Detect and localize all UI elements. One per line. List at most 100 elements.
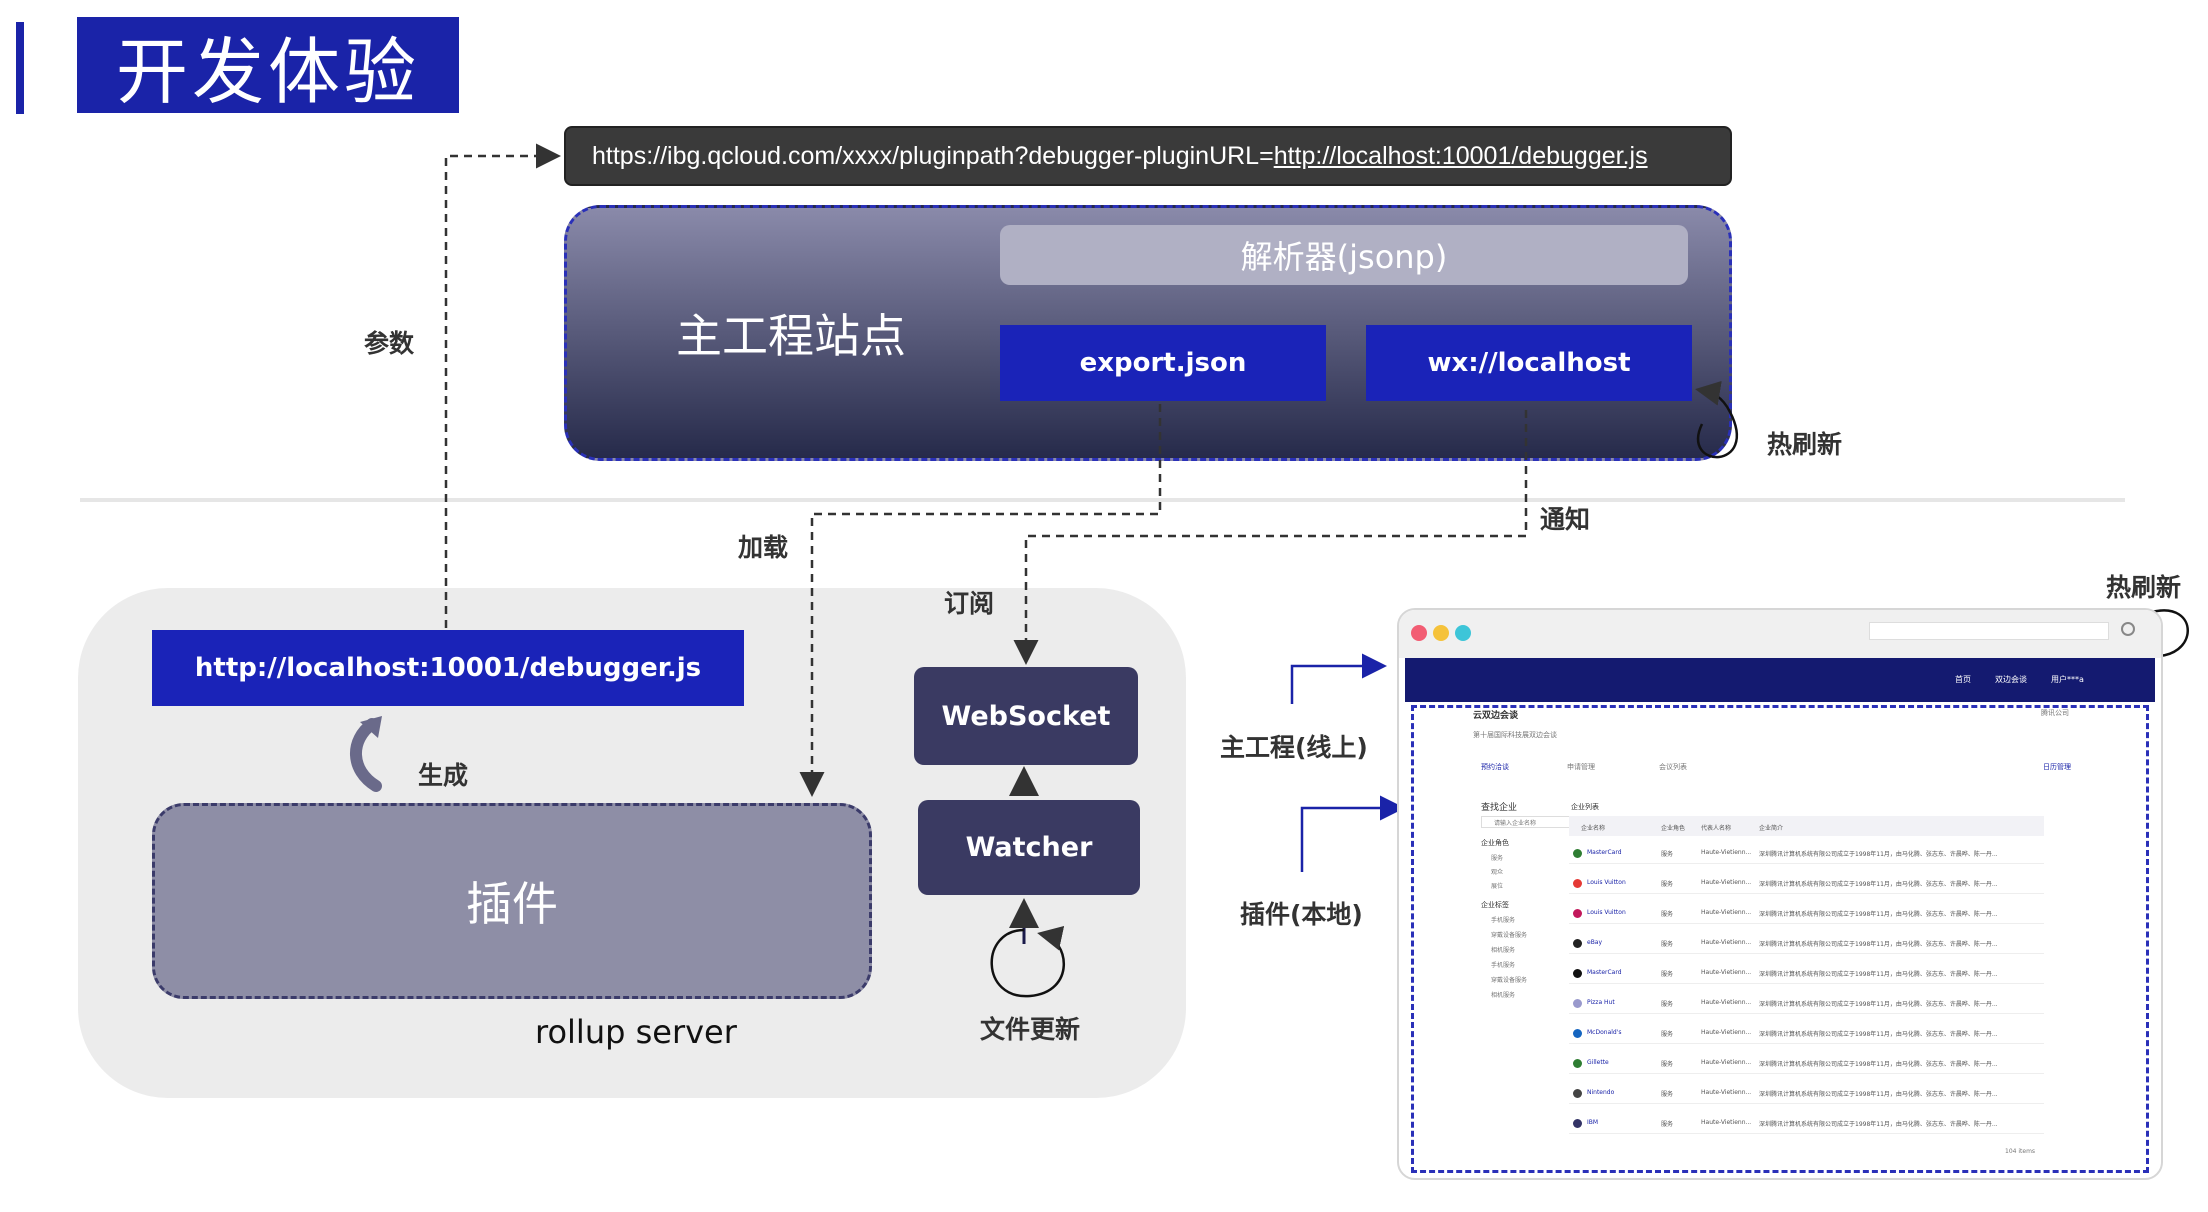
nav-user[interactable]: 用户***a <box>2051 674 2084 685</box>
app-screenshot: 首页 双边会谈 用户***a 云双边会谈 第十届国际科技展双边会谈 腾讯公司 预… <box>1397 608 2163 1180</box>
sidebar-tag-item[interactable]: 相机服务 <box>1491 945 1515 954</box>
row-role: 服务 <box>1661 851 1674 858</box>
row-desc: 深圳腾讯计算机系统有限公司成立于1998年11月，由马化腾、张志东、许晨晔、陈一… <box>1759 1121 1998 1128</box>
company-logo-icon <box>1573 1119 1582 1128</box>
tab-meetings[interactable]: 会议列表 <box>1659 762 1687 772</box>
sidebar-tag-item[interactable]: 手机服务 <box>1491 915 1515 924</box>
row-name: Gillette <box>1587 1059 1609 1066</box>
row-name: MasterCard <box>1587 849 1622 856</box>
company-logo-icon <box>1573 849 1582 858</box>
tab-apply[interactable]: 申请管理 <box>1567 762 1595 772</box>
search-icon[interactable] <box>2121 622 2135 636</box>
header-name: 企业名称 <box>1581 825 1606 832</box>
sidebar-role-item[interactable]: 服务 <box>1491 853 1503 862</box>
row-name: McDonald's <box>1587 1029 1622 1036</box>
company-logo-icon <box>1573 909 1582 918</box>
row-desc: 深圳腾讯计算机系统有限公司成立于1998年11月，由马化腾、张志东、许晨晔、陈一… <box>1759 941 1998 948</box>
main-online-arrow <box>1290 653 1387 704</box>
load-arrow <box>799 404 1162 797</box>
close-dot-icon[interactable] <box>1411 625 1427 641</box>
row-desc: 深圳腾讯计算机系统有限公司成立于1998年11月，由马化腾、张志东、许晨晔、陈一… <box>1759 1001 1998 1008</box>
row-role: 服务 <box>1661 911 1674 918</box>
row-desc: 深圳腾讯计算机系统有限公司成立于1998年11月，由马化腾、张志东、许晨晔、陈一… <box>1759 1061 1998 1068</box>
row-role: 服务 <box>1661 881 1674 888</box>
tab-calendar[interactable]: 日历管理 <box>2043 762 2071 772</box>
maximize-dot-icon[interactable] <box>1455 625 1471 641</box>
screenshot-page-title: 云双边会谈 <box>1473 711 1519 721</box>
row-desc: 深圳腾讯计算机系统有限公司成立于1998年11月，由马化腾、张志东、许晨晔、陈一… <box>1759 1091 1998 1098</box>
company-logo-icon <box>1573 999 1582 1008</box>
row-rep: Haute-Vietienn... <box>1701 909 1752 916</box>
nav-bilateral[interactable]: 双边会谈 <box>1995 674 2027 685</box>
row-rep: Haute-Vietienn... <box>1701 1089 1752 1096</box>
row-desc: 深圳腾讯计算机系统有限公司成立于1998年11月，由马化腾、张志东、许晨晔、陈一… <box>1759 911 1998 918</box>
company-logo-icon <box>1573 1029 1582 1038</box>
sidebar-tag-item[interactable]: 穿戴设备服务 <box>1491 975 1527 984</box>
sidebar-group-tag[interactable]: 企业标签 <box>1481 900 1509 910</box>
sidebar-group-role[interactable]: 企业角色 <box>1481 838 1509 848</box>
table-header: 企业名称 企业角色 代表人名称 企业简介 <box>1569 816 2044 836</box>
row-rep: Haute-Vietienn... <box>1701 879 1752 886</box>
row-desc: 深圳腾讯计算机系统有限公司成立于1998年11月，由马化腾、张志东、许晨晔、陈一… <box>1759 971 1998 978</box>
file-update-loop <box>990 926 1065 998</box>
row-desc: 深圳腾讯计算机系统有限公司成立于1998年11月，由马化腾、张志东、许晨晔、陈一… <box>1759 1031 1998 1038</box>
row-name: Louis Vuitton <box>1587 879 1626 886</box>
pagination[interactable]: 104 items <box>2005 1148 2035 1155</box>
row-name: eBay <box>1587 939 1603 946</box>
row-rep: Haute-Vietienn... <box>1701 969 1752 976</box>
table-title: 企业列表 <box>1571 803 1599 811</box>
hot-refresh-loop <box>1695 380 1738 459</box>
sidebar-tag-item[interactable]: 相机服务 <box>1491 990 1515 999</box>
row-name: Louis Vuitton <box>1587 909 1626 916</box>
header-role: 企业角色 <box>1661 825 1686 832</box>
table-row[interactable]: Louis Vuitton 服务 Haute-Vietienn... 深圳腾讯计算机系… <box>1569 902 2044 924</box>
company-logo-icon <box>1573 1059 1582 1068</box>
tab-reserve[interactable]: 预约洽谈 <box>1481 762 1509 772</box>
sidebar-role-item[interactable]: 观众 <box>1491 867 1503 876</box>
row-name: Pizza Hut <box>1587 999 1615 1006</box>
nav-home[interactable]: 首页 <box>1955 674 1971 685</box>
table-row[interactable]: McDonald's 服务 Haute-Vietienn... 深圳腾讯计算机系统有限… <box>1569 1022 2044 1044</box>
header-rep: 代表人名称 <box>1701 825 1732 832</box>
table-row[interactable]: Gillette 服务 Haute-Vietienn... 深圳腾讯计算机系统有限公司… <box>1569 1052 2044 1074</box>
browser-search-input[interactable] <box>1869 622 2109 640</box>
row-role: 服务 <box>1661 1121 1674 1128</box>
company-logo-icon <box>1573 969 1582 978</box>
row-role: 服务 <box>1661 971 1674 978</box>
minimize-dot-icon[interactable] <box>1433 625 1449 641</box>
header-desc: 企业简介 <box>1759 825 1784 832</box>
table-row[interactable]: MasterCard 服务 Haute-Vietienn... 深圳腾讯计算机系统有限… <box>1569 962 2044 984</box>
sidebar-tag-item[interactable]: 穿戴设备服务 <box>1491 930 1527 939</box>
row-rep: Haute-Vietienn... <box>1701 1119 1752 1126</box>
table-row[interactable]: Louis Vuitton 服务 Haute-Vietienn... 深圳腾讯计算机系… <box>1569 872 2044 894</box>
table-row[interactable]: IBM 服务 Haute-Vietienn... 深圳腾讯计算机系统有限公司成立于19… <box>1569 1112 2044 1134</box>
row-desc: 深圳腾讯计算机系统有限公司成立于1998年11月，由马化腾、张志东、许晨晔、陈一… <box>1759 881 1998 888</box>
sidebar-tag-item[interactable]: 手机服务 <box>1491 960 1515 969</box>
row-role: 服务 <box>1661 941 1674 948</box>
row-desc: 深圳腾讯计算机系统有限公司成立于1998年11月，由马化腾、张志东、许晨晔、陈一… <box>1759 851 1998 858</box>
company-logo-icon <box>1573 939 1582 948</box>
row-name: MasterCard <box>1587 969 1622 976</box>
sidebar-search-title: 查找企业 <box>1481 803 1518 813</box>
row-role: 服务 <box>1661 1031 1674 1038</box>
row-rep: Haute-Vietienn... <box>1701 999 1752 1006</box>
screenshot-page-subtitle: 第十届国际科技展双边会谈 <box>1473 731 1557 739</box>
sidebar-role-item[interactable]: 展位 <box>1491 881 1503 890</box>
row-role: 服务 <box>1661 1091 1674 1098</box>
plugin-local-arrow <box>1300 795 1405 872</box>
screenshot-company[interactable]: 腾讯公司 <box>2041 708 2069 718</box>
table-row[interactable]: MasterCard 服务 Haute-Vietienn... 深圳腾讯计算机系统有限… <box>1569 842 2044 864</box>
table-row[interactable]: Pizza Hut 服务 Haute-Vietienn... 深圳腾讯计算机系统有限公… <box>1569 992 2044 1014</box>
row-rep: Haute-Vietienn... <box>1701 849 1752 856</box>
company-logo-icon <box>1573 1089 1582 1098</box>
app-nav-bar <box>1405 658 2155 702</box>
sidebar-search-placeholder: 请输入企业名称 <box>1494 820 1537 827</box>
row-name: Nintendo <box>1587 1089 1615 1096</box>
row-role: 服务 <box>1661 1061 1674 1068</box>
table-row[interactable]: Nintendo 服务 Haute-Vietienn... 深圳腾讯计算机系统有限公司… <box>1569 1082 2044 1104</box>
row-role: 服务 <box>1661 1001 1674 1008</box>
row-rep: Haute-Vietienn... <box>1701 939 1752 946</box>
params-arrow <box>444 143 561 628</box>
company-logo-icon <box>1573 879 1582 888</box>
table-row[interactable]: eBay 服务 Haute-Vietienn... 深圳腾讯计算机系统有限公司成立于1… <box>1569 932 2044 954</box>
